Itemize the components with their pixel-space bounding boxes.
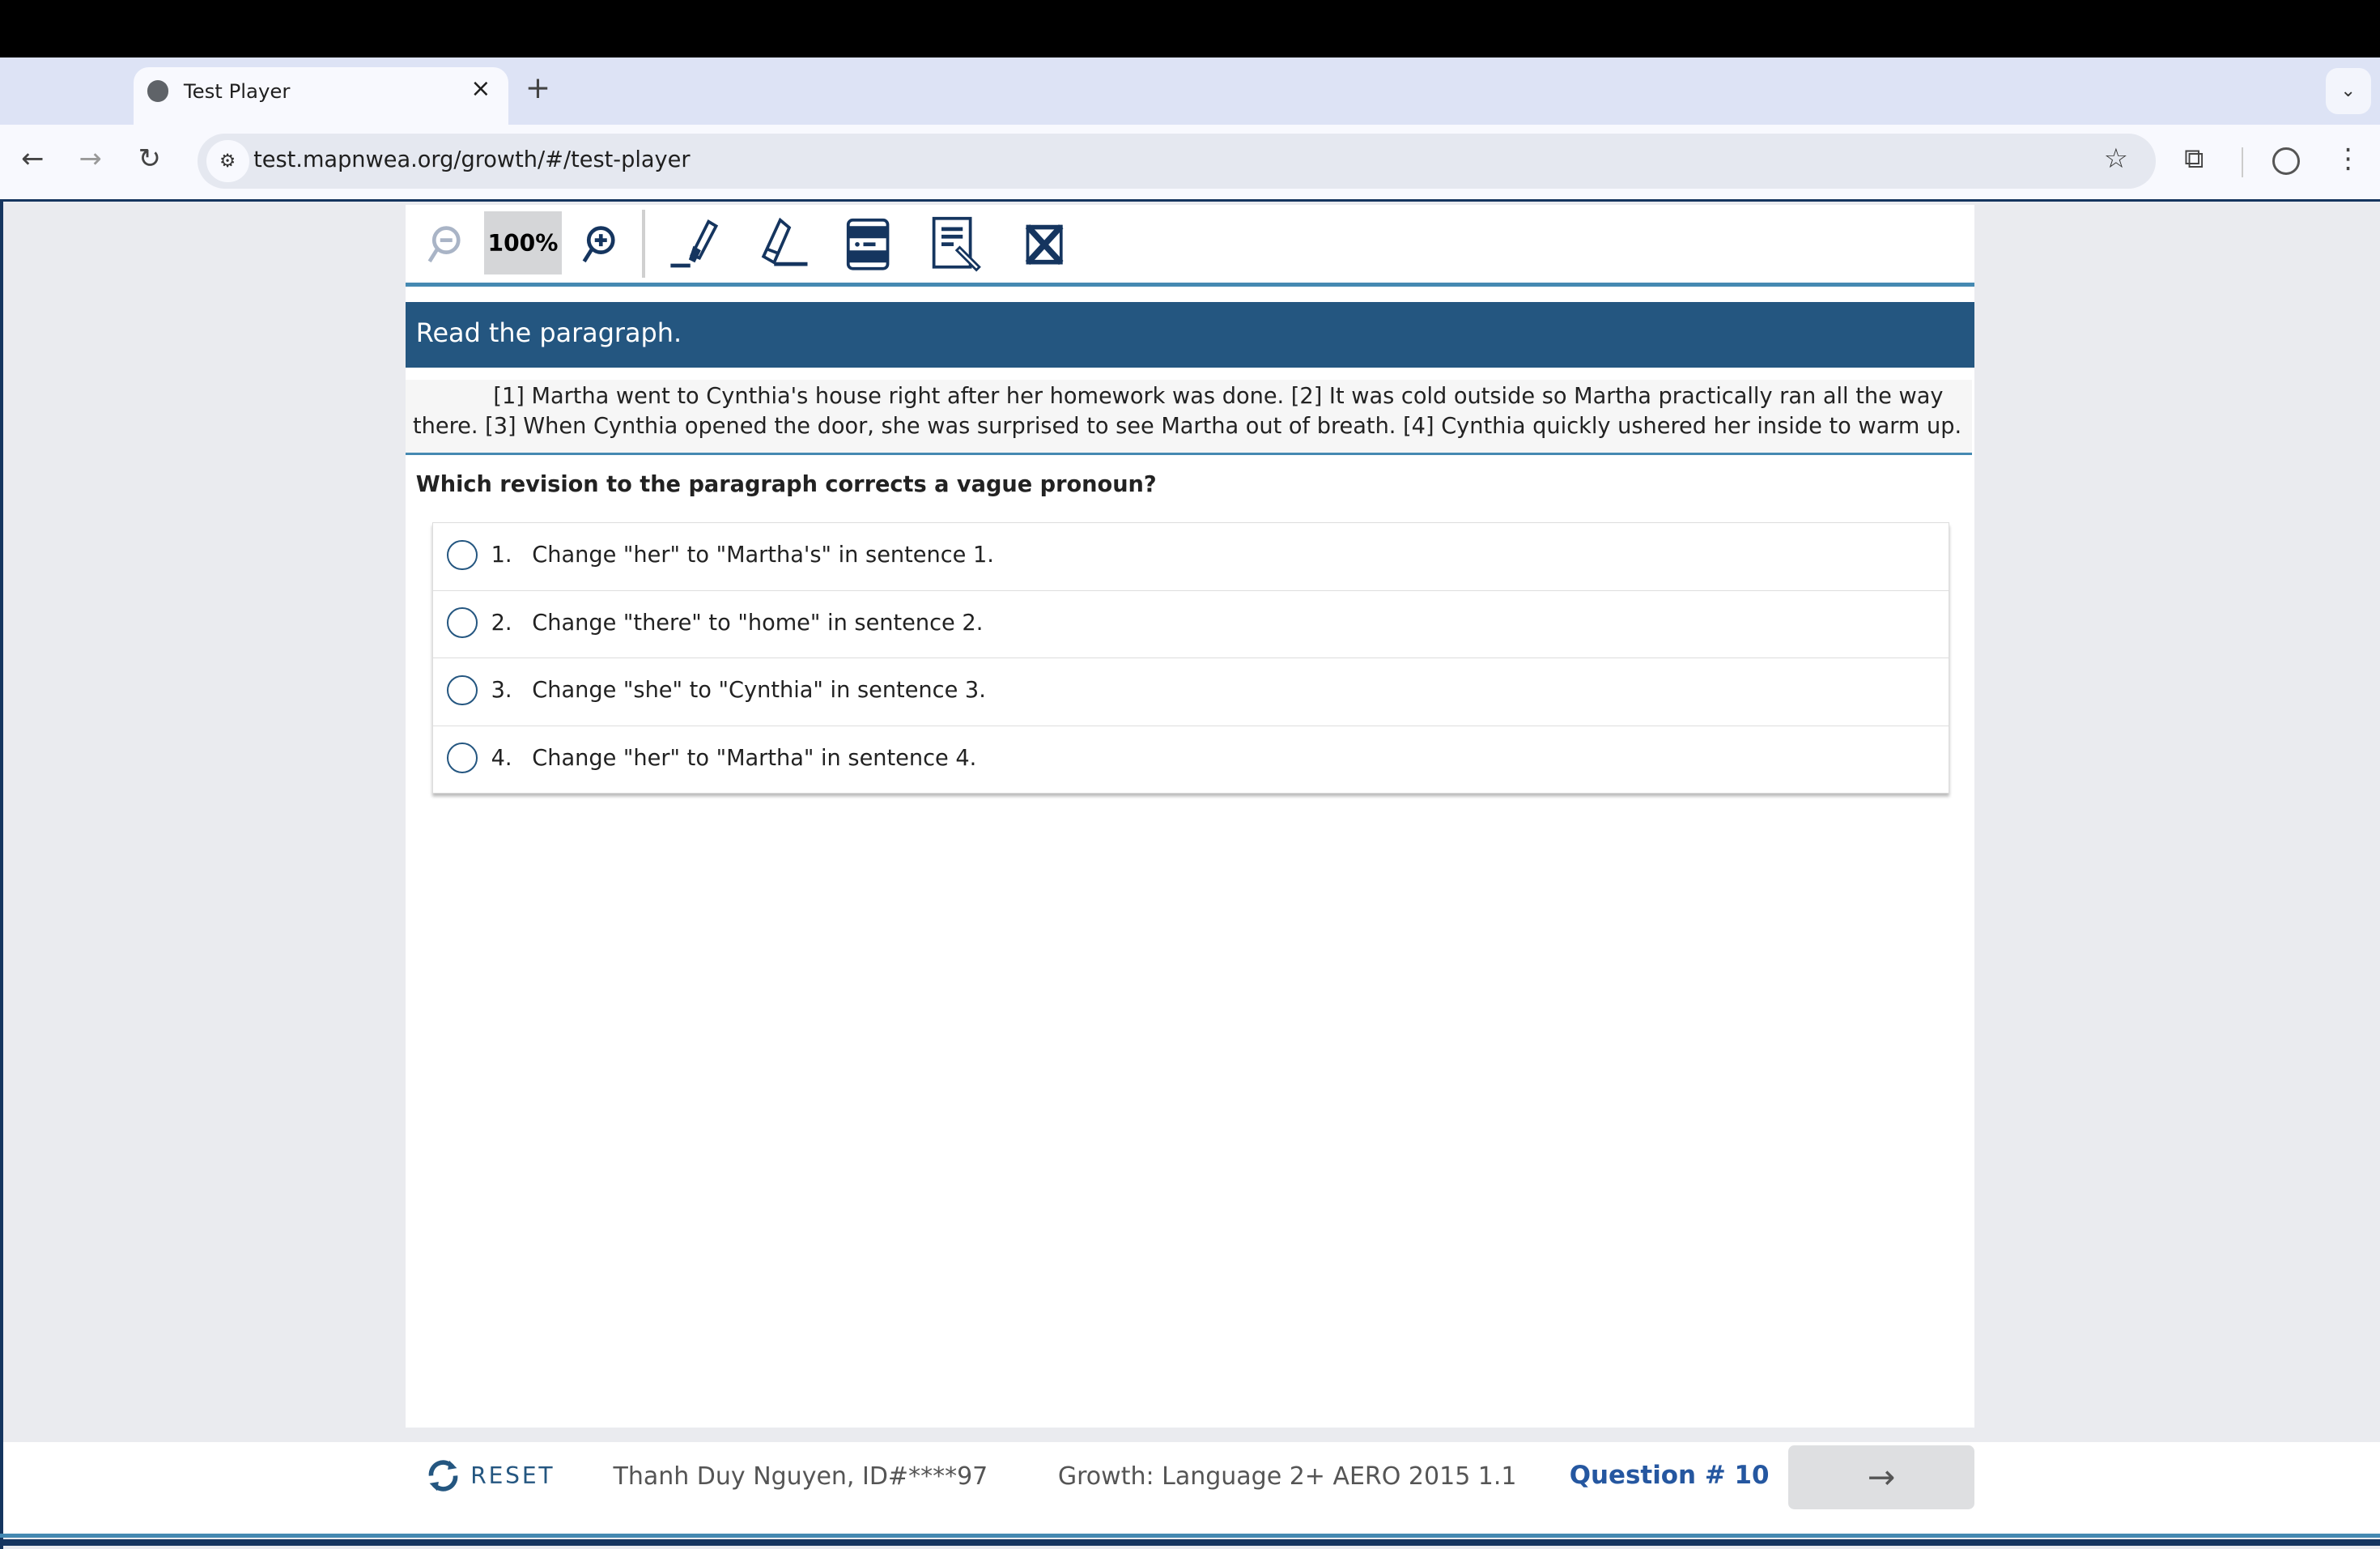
- passage-instruction: Read the paragraph.: [415, 317, 682, 348]
- back-icon[interactable]: ←: [21, 143, 44, 174]
- zoom-in-icon[interactable]: [566, 213, 633, 277]
- footer-line-dark: [0, 1539, 2380, 1546]
- forward-icon[interactable]: →: [79, 143, 102, 174]
- tab-close-button[interactable]: ×: [470, 74, 491, 103]
- tab-title: Test Player: [183, 79, 291, 103]
- question-stem: Which revision to the paragraph corrects…: [415, 472, 1157, 498]
- globe-icon: [147, 80, 169, 102]
- highlighter-icon[interactable]: [661, 213, 728, 277]
- option-text: Change "her" to "Martha" in sentence 4.: [532, 745, 977, 771]
- answer-options: 1. Change "her" to "Martha's" in sentence…: [432, 522, 1949, 794]
- new-tab-button[interactable]: +: [525, 70, 550, 105]
- reset-button[interactable]: RESET: [425, 1458, 555, 1494]
- browser-tab[interactable]: Test Player ×: [134, 66, 509, 125]
- option-number: 3.: [491, 678, 512, 704]
- screen-top-bar: [0, 0, 2380, 58]
- answer-option-1[interactable]: 1. Change "her" to "Martha's" in sentence…: [433, 523, 1949, 591]
- next-button[interactable]: →: [1787, 1445, 1975, 1509]
- address-bar[interactable]: ⚙ test.mapnwea.org/growth/#/test-player …: [197, 134, 2156, 189]
- option-text: Change "there" to "home" in sentence 2.: [532, 610, 984, 636]
- reset-label: RESET: [470, 1462, 555, 1489]
- divider: [2242, 147, 2244, 178]
- site-settings-icon[interactable]: ⚙: [206, 139, 249, 182]
- student-name: Thanh Duy Nguyen, ID#****97: [613, 1462, 988, 1491]
- profile-avatar-icon[interactable]: [2272, 147, 2300, 175]
- menu-dots-icon[interactable]: ⋮: [2335, 143, 2362, 174]
- reload-icon[interactable]: ↻: [138, 143, 161, 174]
- toolbar-divider: [642, 209, 645, 279]
- toolbar-underline: [405, 282, 1975, 287]
- question-number: Question # 10: [1569, 1460, 1770, 1490]
- option-number: 1.: [491, 543, 512, 568]
- notepad-icon[interactable]: [923, 213, 990, 277]
- tab-search-chevron-icon[interactable]: ⌄: [2325, 68, 2371, 114]
- answer-eliminator-icon[interactable]: [1011, 213, 1078, 277]
- zoom-level: 100%: [484, 211, 562, 275]
- passage-header: Read the paragraph.: [405, 302, 1975, 368]
- answer-option-2[interactable]: 2. Change "there" to "home" in sentence 2…: [433, 591, 1949, 658]
- line-reader-icon[interactable]: [835, 213, 902, 277]
- answer-option-4[interactable]: 4. Change "her" to "Martha" in sentence 4…: [433, 726, 1948, 794]
- refresh-icon: [428, 1460, 458, 1492]
- bookmark-star-icon[interactable]: ☆: [2104, 143, 2128, 174]
- option-number: 2.: [491, 610, 512, 636]
- passage-text: [1] Martha went to Cynthia's house right…: [413, 383, 1962, 440]
- footer-line: [0, 1533, 2380, 1538]
- url-text[interactable]: test.mapnwea.org/growth/#/test-player: [253, 147, 690, 172]
- page-left-border: [0, 202, 3, 1549]
- passage: [1] Martha went to Cynthia's house right…: [405, 379, 1972, 455]
- radio-button[interactable]: [447, 743, 478, 773]
- page-top-border: [0, 198, 2380, 202]
- radio-button[interactable]: [447, 607, 478, 638]
- option-text: Change "she" to "Cynthia" in sentence 3.: [532, 678, 986, 704]
- option-number: 4.: [491, 745, 512, 771]
- zoom-out-icon[interactable]: [411, 213, 478, 277]
- eraser-icon[interactable]: [750, 213, 817, 277]
- extensions-icon[interactable]: ⧉: [2184, 143, 2204, 175]
- option-text: Change "her" to "Martha's" in sentence 1…: [532, 543, 994, 568]
- radio-button[interactable]: [447, 674, 478, 706]
- radio-button[interactable]: [447, 539, 478, 571]
- test-name: Growth: Language 2+ AERO 2015 1.1: [1057, 1462, 1517, 1491]
- answer-option-3[interactable]: 3. Change "she" to "Cynthia" in sentence …: [433, 658, 1949, 726]
